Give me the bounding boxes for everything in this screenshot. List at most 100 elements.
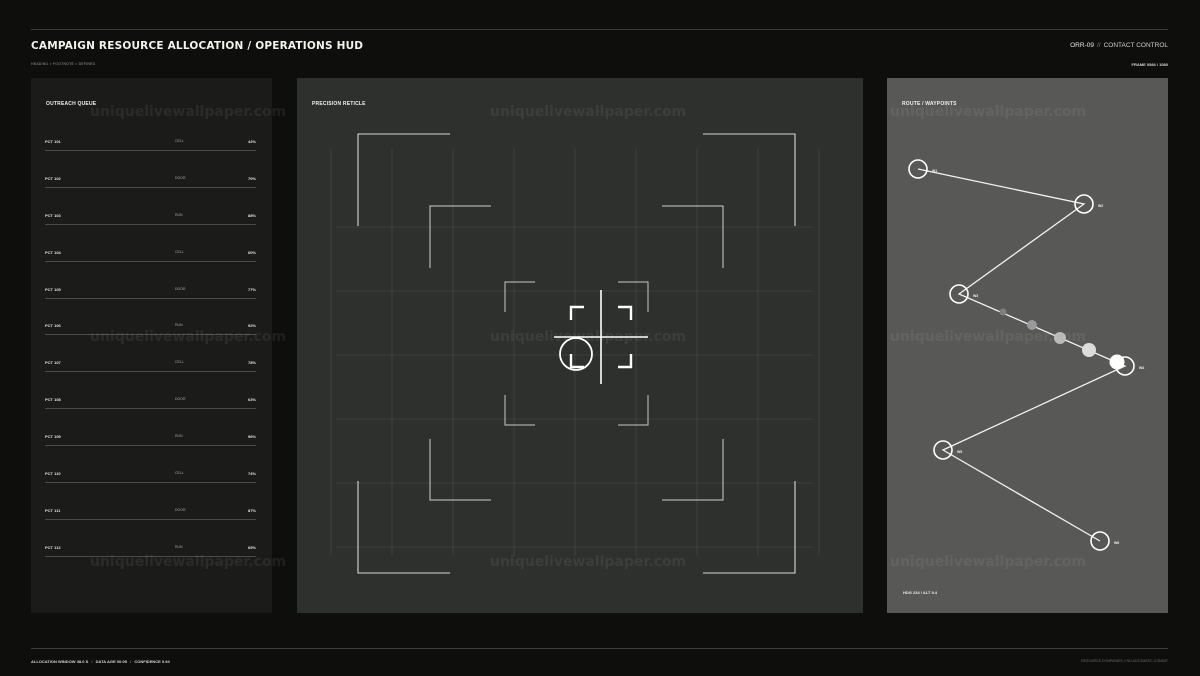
outer-bracket-bottom-left bbox=[357, 481, 450, 574]
queue-row[interactable]: PCT 107 CELL 78% bbox=[45, 356, 256, 393]
outreach-type: CELL bbox=[175, 471, 184, 476]
completion-percent: 70% bbox=[247, 175, 256, 181]
footer-separator: / bbox=[130, 659, 132, 664]
completion-percent: 92% bbox=[247, 323, 256, 329]
middle-bracket-bottom-right bbox=[662, 439, 724, 501]
outer-bracket-top-right bbox=[703, 133, 796, 226]
precision-reticle-panel: PRECISION RETICLE bbox=[297, 78, 863, 613]
completion-percent: 96% bbox=[247, 434, 256, 440]
row-divider bbox=[45, 555, 256, 557]
queue-row[interactable]: PCT 105 DOOR 77% bbox=[45, 283, 256, 320]
completion-percent: 77% bbox=[247, 286, 256, 292]
allocation-status: ALLOCATION WINDOW 38.0 S / DATA AGE 00:0… bbox=[31, 659, 170, 664]
outreach-queue-title: OUTREACH QUEUE bbox=[46, 101, 97, 107]
waypoint-label: W5 bbox=[957, 450, 962, 454]
inner-corner-brackets bbox=[504, 281, 649, 426]
crosshair-corner-br bbox=[618, 354, 633, 369]
row-divider bbox=[45, 186, 256, 188]
reticle-grid bbox=[330, 148, 820, 556]
header-separator: // bbox=[1096, 42, 1101, 49]
queue-row[interactable]: PCT 104 CELL 60% bbox=[45, 246, 256, 283]
completion-percent: 87% bbox=[247, 507, 256, 513]
bottom-divider bbox=[31, 648, 1168, 649]
row-divider bbox=[45, 150, 256, 151]
queue-row[interactable]: PCT 101 CELL 42% bbox=[45, 135, 256, 172]
progress-dot bbox=[1027, 320, 1037, 330]
mode-label: CONTACT CONTROL bbox=[1103, 42, 1168, 49]
outreach-type: RUN bbox=[175, 544, 183, 549]
row-divider bbox=[45, 445, 256, 447]
row-divider bbox=[45, 223, 256, 225]
precinct-id: PCT 103 bbox=[45, 212, 61, 218]
breadcrumb: HEADING > FOOTNOTE > DEFINED bbox=[31, 62, 96, 66]
reticle-canvas bbox=[330, 133, 820, 574]
precinct-id: PCT 108 bbox=[45, 397, 61, 403]
middle-bracket-bottom-left bbox=[429, 439, 491, 501]
row-divider bbox=[45, 518, 256, 520]
precinct-id: PCT 101 bbox=[45, 139, 61, 144]
waypoint-label: W4 bbox=[1139, 366, 1144, 370]
allocation-window: ALLOCATION WINDOW 38.0 S bbox=[31, 659, 89, 664]
precinct-id: PCT 107 bbox=[45, 360, 61, 366]
outer-corner-brackets bbox=[357, 133, 796, 574]
completion-percent: 78% bbox=[247, 360, 256, 366]
completion-percent: 42% bbox=[247, 139, 256, 144]
row-divider bbox=[45, 482, 256, 484]
crosshair-circle bbox=[559, 337, 593, 371]
inner-bracket-top-left bbox=[504, 281, 535, 312]
outreach-type: RUN bbox=[175, 212, 183, 217]
queue-row[interactable]: PCT 109 RUN 96% bbox=[45, 430, 256, 467]
outreach-type: DOOR bbox=[175, 175, 186, 180]
route-progress-dots bbox=[999, 308, 1125, 370]
waypoint-markers: W1 W2 W3 W4 W5 W6 bbox=[908, 159, 1144, 551]
queue-row[interactable]: PCT 111 DOOR 87% bbox=[45, 504, 256, 541]
footer-separator: / bbox=[91, 659, 93, 664]
page-title: CAMPAIGN RESOURCE ALLOCATION / OPERATION… bbox=[31, 40, 364, 52]
precinct-id: PCT 109 bbox=[45, 434, 61, 440]
crosshair-icon bbox=[554, 290, 648, 384]
completion-percent: 74% bbox=[247, 471, 256, 477]
progress-dot bbox=[1082, 343, 1096, 357]
completion-percent: 63% bbox=[247, 397, 256, 403]
precinct-id: PCT 111 bbox=[45, 507, 61, 513]
crosshair-corner-bl bbox=[569, 354, 584, 369]
precinct-id: PCT 104 bbox=[45, 249, 61, 255]
row-divider bbox=[45, 260, 256, 262]
outreach-type: RUN bbox=[175, 434, 183, 439]
outreach-type: DOOR bbox=[175, 397, 186, 402]
row-divider bbox=[45, 297, 256, 299]
row-divider bbox=[45, 408, 256, 410]
outer-bracket-bottom-right bbox=[703, 481, 796, 574]
top-divider bbox=[31, 29, 1168, 30]
outreach-type: CELL bbox=[175, 139, 184, 143]
precinct-id: PCT 105 bbox=[45, 286, 61, 292]
queue-row[interactable]: PCT 102 DOOR 70% bbox=[45, 172, 256, 209]
progress-dot bbox=[999, 308, 1007, 316]
queue-row[interactable]: PCT 103 RUN 88% bbox=[45, 209, 256, 246]
queue-row[interactable]: PCT 112 RUN 65% bbox=[45, 541, 256, 578]
footer-disclaimer: RESOURCE COMPANIES // NO AUTOMATIC COMMI… bbox=[1081, 659, 1168, 663]
precinct-id: PCT 110 bbox=[45, 471, 61, 477]
crosshair-corner-tr bbox=[618, 305, 633, 320]
system-code: ORR-09 bbox=[1070, 42, 1094, 49]
waypoint-label: W3 bbox=[973, 294, 978, 298]
queue-row[interactable]: PCT 106 RUN 92% bbox=[45, 319, 256, 356]
inner-bracket-bottom-left bbox=[504, 395, 535, 426]
row-divider bbox=[45, 371, 256, 373]
queue-row[interactable]: PCT 110 CELL 74% bbox=[45, 467, 256, 504]
outreach-type: CELL bbox=[175, 249, 184, 254]
row-divider bbox=[45, 334, 256, 336]
outer-bracket-top-left bbox=[357, 133, 450, 226]
queue-row[interactable]: PCT 108 DOOR 63% bbox=[45, 393, 256, 430]
precinct-id: PCT 112 bbox=[45, 544, 61, 550]
precinct-id: PCT 106 bbox=[45, 323, 61, 329]
outreach-type: DOOR bbox=[175, 507, 186, 512]
outreach-queue-list: PCT 101 CELL 42% PCT 102 DOOR 70% PCT 103 RUN 88… bbox=[45, 135, 256, 578]
frame-readout: FRAME 0584 / 1080 bbox=[1131, 62, 1168, 67]
middle-bracket-top-right bbox=[662, 205, 724, 268]
inner-bracket-bottom-right bbox=[618, 395, 649, 426]
outreach-type: RUN bbox=[175, 323, 183, 328]
data-age: DATA AGE 00:05 bbox=[95, 659, 127, 664]
middle-bracket-top-left bbox=[429, 205, 491, 268]
waypoint-label: W6 bbox=[1114, 541, 1119, 545]
